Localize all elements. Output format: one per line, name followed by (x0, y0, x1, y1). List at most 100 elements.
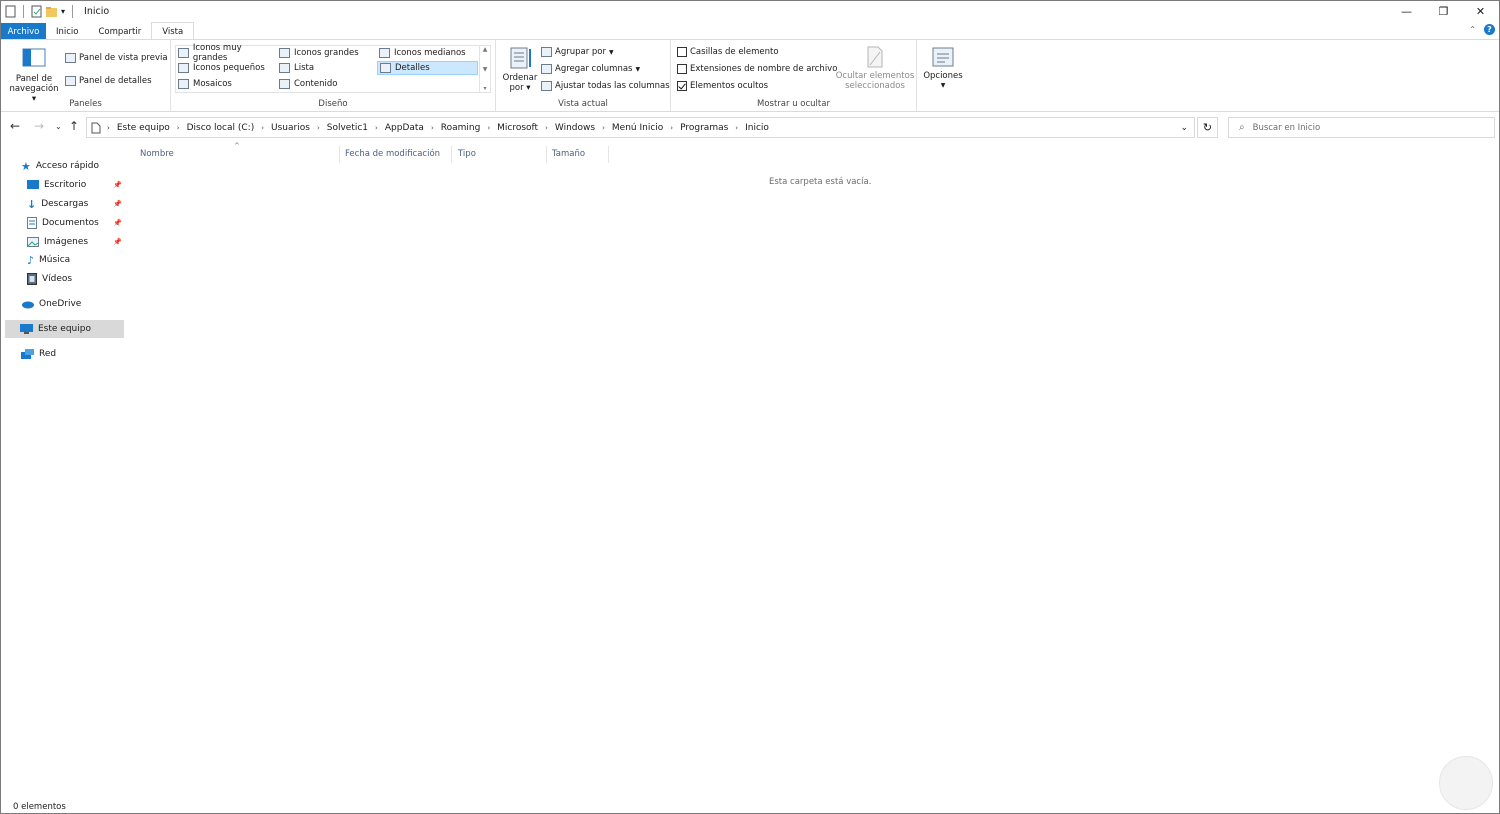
breadcrumb-arrow-icon[interactable]: › (431, 124, 434, 132)
document-icon[interactable] (5, 5, 16, 18)
column-divider[interactable] (608, 146, 609, 163)
breadcrumb-item[interactable]: Programas (680, 123, 728, 133)
nav-item-documentos[interactable]: Documentos (27, 214, 99, 232)
add-columns-button[interactable]: Agregar columnas ▼ (541, 64, 640, 74)
large-icons-icon (279, 48, 290, 58)
navigation-pane-button[interactable]: Panel de navegación ▾ (9, 48, 59, 104)
options-label: Opciones (923, 71, 963, 81)
group-label-mostrar: Mostrar u ocultar (757, 99, 830, 109)
column-header-nombre[interactable]: Nombre (140, 146, 338, 162)
tab-vista[interactable]: Vista (151, 22, 195, 40)
column-header-tamano[interactable]: Tamaño (552, 146, 607, 162)
new-folder-icon[interactable] (46, 5, 57, 18)
layout-content[interactable]: Contenido (277, 77, 377, 91)
collapse-ribbon-icon[interactable]: ⌃ (1469, 25, 1476, 34)
breadcrumb-arrow-icon[interactable]: › (375, 124, 378, 132)
fit-columns-button[interactable]: Ajustar todas las columnas (541, 81, 670, 91)
breadcrumb-arrow-icon[interactable]: › (670, 124, 673, 132)
breadcrumb-root-arrow-icon[interactable]: › (107, 124, 110, 132)
nav-item-onedrive[interactable]: OneDrive (21, 295, 81, 313)
breadcrumb-arrow-icon[interactable]: › (602, 124, 605, 132)
restore-button[interactable]: ❐ (1425, 1, 1462, 22)
file-extensions-checkbox[interactable] (677, 64, 687, 74)
layout-small-icons[interactable]: Iconos pequeños (176, 61, 277, 75)
pin-icon[interactable]: 📌 (113, 238, 122, 246)
preview-pane-button[interactable]: Panel de vista previa (65, 53, 168, 63)
item-checkboxes-checkbox[interactable] (677, 47, 687, 57)
breadcrumb-item[interactable]: Usuarios (271, 123, 310, 133)
nav-item-quick-access[interactable]: ★ Acceso rápido (21, 157, 99, 175)
item-checkboxes-option[interactable]: Casillas de elemento (677, 47, 779, 57)
layout-medium-icons[interactable]: Iconos medianos (377, 46, 477, 60)
navigation-pane-label-1: Panel de (15, 74, 53, 84)
recent-locations-icon[interactable]: ⌄ (55, 122, 62, 131)
tab-compartir[interactable]: Compartir (89, 23, 152, 40)
nav-item-descargas[interactable]: ↓ Descargas (27, 195, 88, 213)
close-button[interactable]: ✕ (1462, 1, 1499, 22)
nav-item-videos[interactable]: Vídeos (27, 270, 72, 288)
customize-qat-icon[interactable]: ▾ (61, 7, 65, 16)
column-divider[interactable] (451, 146, 452, 163)
breadcrumb-item[interactable]: Inicio (745, 123, 769, 133)
layout-large-icons[interactable]: Iconos grandes (277, 46, 377, 60)
pictures-icon (27, 237, 39, 247)
breadcrumb-item[interactable]: Windows (555, 123, 595, 133)
minimize-button[interactable]: — (1388, 1, 1425, 22)
address-bar[interactable]: › Este equipo › Disco local (C:) › Usuario… (86, 117, 1195, 138)
back-arrow-icon[interactable]: ← (10, 119, 20, 133)
forward-arrow-icon[interactable]: → (34, 119, 44, 133)
gallery-scroll[interactable]: ▲ ▼ ▾ (479, 46, 490, 92)
breadcrumb-arrow-icon[interactable]: › (487, 124, 490, 132)
nav-item-imagenes[interactable]: Imágenes (27, 233, 88, 251)
layout-details[interactable]: Detalles (377, 61, 478, 75)
breadcrumb-item[interactable]: Microsoft (497, 123, 538, 133)
sort-by-button[interactable]: Ordenar por ▾ (502, 46, 538, 93)
breadcrumb-item[interactable]: Menú Inicio (612, 123, 663, 133)
nav-item-musica[interactable]: ♪ Música (27, 251, 70, 269)
layout-list[interactable]: Lista (277, 61, 377, 75)
breadcrumb-arrow-icon[interactable]: › (545, 124, 548, 132)
layout-tiles[interactable]: Mosaicos (176, 77, 277, 91)
properties-icon[interactable] (31, 5, 42, 18)
breadcrumb-item[interactable]: Este equipo (117, 123, 170, 133)
layout-extra-large-icons[interactable]: Iconos muy grandes (176, 43, 277, 63)
refresh-button[interactable]: ↻ (1197, 117, 1218, 138)
nav-item-red[interactable]: Red (21, 345, 56, 363)
pin-icon[interactable]: 📌 (113, 181, 122, 189)
group-by-button[interactable]: Agrupar por ▼ (541, 47, 614, 57)
hidden-items-checkbox[interactable] (677, 81, 687, 91)
breadcrumb-arrow-icon[interactable]: › (317, 124, 320, 132)
breadcrumb-item[interactable]: AppData (385, 123, 424, 133)
options-button[interactable]: Opciones ▼ (921, 46, 965, 91)
pin-icon[interactable]: 📌 (113, 200, 122, 208)
hidden-items-option[interactable]: Elementos ocultos (677, 81, 768, 91)
file-extensions-option[interactable]: Extensiones de nombre de archivo (677, 64, 837, 74)
address-dropdown-icon[interactable]: ⌄ (1180, 123, 1188, 133)
breadcrumb-item[interactable]: Roaming (441, 123, 481, 133)
column-header-tipo[interactable]: Tipo (458, 146, 543, 162)
help-icon[interactable]: ? (1484, 24, 1495, 35)
gallery-up-icon[interactable]: ▲ (483, 46, 488, 53)
nav-item-este-equipo[interactable]: Este equipo (5, 320, 124, 338)
breadcrumb-arrow-icon[interactable]: › (261, 124, 264, 132)
extra-large-icons-icon (178, 48, 189, 58)
breadcrumb-arrow-icon[interactable]: › (735, 124, 738, 132)
network-icon (21, 348, 34, 359)
breadcrumb-item[interactable]: Solvetic1 (327, 123, 368, 133)
column-header-fecha[interactable]: Fecha de modificación (345, 146, 450, 162)
breadcrumb-arrow-icon[interactable]: › (177, 124, 180, 132)
column-divider[interactable] (546, 146, 547, 163)
breadcrumb-item[interactable]: Disco local (C:) (187, 123, 255, 133)
nav-item-escritorio[interactable]: Escritorio (27, 176, 86, 194)
explorer-window: ▾ Inicio — ❐ ✕ Archivo Inicio Compartir … (0, 0, 1500, 814)
pin-icon[interactable]: 📌 (113, 219, 122, 227)
tab-inicio[interactable]: Inicio (46, 23, 89, 40)
tab-archivo[interactable]: Archivo (1, 23, 46, 40)
up-arrow-icon[interactable]: ↑ (69, 119, 79, 133)
hide-selected-button[interactable]: Ocultar elementos seleccionados (835, 46, 915, 91)
gallery-down-icon[interactable]: ▼ (483, 66, 488, 73)
column-divider[interactable] (339, 146, 340, 163)
search-input[interactable]: ⌕ Buscar en Inicio (1228, 117, 1495, 138)
gallery-more-icon[interactable]: ▾ (483, 85, 486, 92)
details-pane-button[interactable]: Panel de detalles (65, 76, 152, 86)
